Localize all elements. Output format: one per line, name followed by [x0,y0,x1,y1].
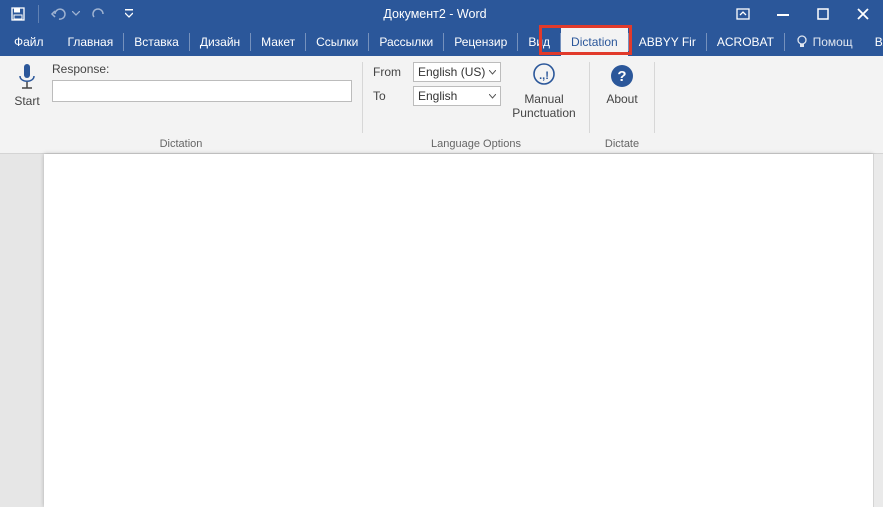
title-bar: Документ2 - Word [0,0,883,28]
svg-text:?: ? [617,68,626,85]
punctuation-icon: .,! [530,62,558,90]
start-dictation-button[interactable]: Start [10,62,44,108]
from-label: From [373,65,407,79]
close-icon[interactable] [843,0,883,28]
tab-ссылки[interactable]: Ссылки [306,28,368,56]
tab-рассылки[interactable]: Рассылки [369,28,443,56]
group-dictation: Start Response: Dictation [0,56,362,154]
chevron-down-icon [489,70,496,75]
about-icon: ? [608,62,636,90]
group-language-options: From English (US) To English [363,56,589,154]
ribbon-tabs: Файл ГлавнаяВставкаДизайнМакетСсылкиРасс… [0,28,883,56]
response-label: Response: [52,62,352,76]
group-divider [654,62,655,133]
window-title: Документ2 - Word [147,7,723,21]
manual-punctuation-label: Manual Punctuation [509,92,579,121]
manual-punctuation-button[interactable]: .,! Manual Punctuation [509,60,579,121]
microphone-icon [18,64,36,92]
qat-customize-icon[interactable] [117,2,141,26]
signin-button[interactable]: Вход [863,28,883,56]
start-label: Start [14,94,39,108]
redo-icon[interactable] [87,2,111,26]
to-language-value: English [418,89,457,103]
ribbon-display-icon[interactable] [723,0,763,28]
document-area [0,154,883,507]
vertical-scrollbar[interactable] [873,154,883,507]
response-input[interactable] [52,80,352,102]
tab-вставка[interactable]: Вставка [124,28,189,56]
maximize-icon[interactable] [803,0,843,28]
about-button[interactable]: ? About [600,60,644,106]
tell-me-label: Помощ [813,35,853,49]
to-language-combo[interactable]: English [413,86,501,106]
group-language-label: Language Options [431,136,521,154]
group-dictate: ? About Dictate [590,56,654,154]
window-controls [723,0,883,28]
to-label: To [373,89,407,103]
tab-acrobat[interactable]: ACROBAT [707,28,784,56]
tab-главная[interactable]: Главная [58,28,124,56]
qat-separator [38,5,39,23]
minimize-icon[interactable] [763,0,803,28]
tab-вид[interactable]: Вид [518,28,560,56]
group-dictation-label: Dictation [160,136,203,154]
svg-text:.,!: .,! [539,70,549,82]
tab-file[interactable]: Файл [0,28,58,56]
undo-dropdown-icon[interactable] [71,2,81,26]
tell-me-search[interactable]: Помощ [785,35,863,49]
tab-рецензир[interactable]: Рецензир [444,28,517,56]
tab-dictation[interactable]: Dictation [561,28,628,56]
group-dictate-label: Dictate [605,136,639,154]
undo-icon[interactable] [47,2,71,26]
quick-access-toolbar [0,2,147,26]
ribbon: Start Response: Dictation From English (… [0,56,883,154]
tab-abbyy fir[interactable]: ABBYY Fir [629,28,706,56]
save-icon[interactable] [6,2,30,26]
document-page[interactable] [44,154,873,507]
from-language-value: English (US) [418,65,485,79]
tab-дизайн[interactable]: Дизайн [190,28,250,56]
about-label: About [606,92,637,106]
from-language-combo[interactable]: English (US) [413,62,501,82]
chevron-down-icon [489,94,496,99]
lightbulb-icon [795,35,809,49]
tab-макет[interactable]: Макет [251,28,305,56]
